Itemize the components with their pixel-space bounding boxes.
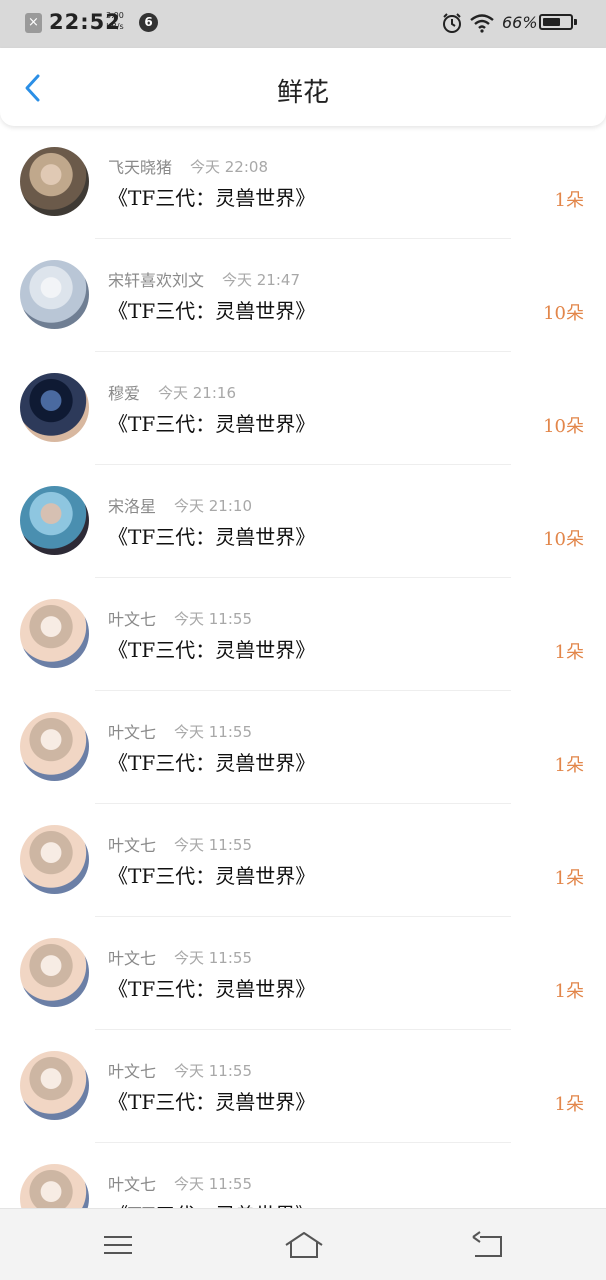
- list-item[interactable]: 宋轩喜欢刘文 今天 21:47 《TF三代：灵兽世界》 10朵: [0, 239, 606, 352]
- work-title[interactable]: 《TF三代：灵兽世界》: [108, 747, 315, 776]
- avatar[interactable]: [20, 712, 89, 781]
- flower-count: 1朵: [554, 190, 584, 211]
- work-title[interactable]: 《TF三代：灵兽世界》: [108, 1086, 315, 1115]
- work-title[interactable]: 《TF三代：灵兽世界》: [108, 1199, 315, 1208]
- flower-count: 1朵: [554, 1094, 584, 1115]
- list-item[interactable]: 叶文七今天 11:55《TF三代：灵兽世界》1朵: [0, 1143, 606, 1208]
- app-header: 鲜花: [0, 48, 606, 126]
- user-name[interactable]: 叶文七: [108, 945, 156, 969]
- battery-level: [543, 18, 560, 26]
- user-name[interactable]: 穆爱: [108, 380, 140, 404]
- notification-badge: 6: [139, 13, 158, 32]
- list-item[interactable]: 叶文七今天 11:55 《TF三代：灵兽世界》 1朵: [0, 578, 606, 691]
- work-title[interactable]: 《TF三代：灵兽世界》: [108, 408, 315, 437]
- timestamp: 今天 21:10: [174, 497, 252, 515]
- flower-count: 10朵: [543, 529, 584, 550]
- battery-tip: [574, 19, 577, 25]
- list-item[interactable]: 宋洛星 今天 21:10 《TF三代：灵兽世界》 10朵: [0, 465, 606, 578]
- avatar[interactable]: [20, 147, 89, 216]
- avatar[interactable]: [20, 486, 89, 555]
- work-title[interactable]: 《TF三代：灵兽世界》: [108, 973, 315, 1002]
- user-name[interactable]: 宋洛星: [108, 493, 156, 517]
- avatar[interactable]: [20, 599, 89, 668]
- user-name[interactable]: 叶文七: [108, 719, 156, 743]
- timestamp: 今天 11:55: [174, 1175, 252, 1193]
- user-name[interactable]: 叶文七: [108, 832, 156, 856]
- timestamp: 今天 11:55: [174, 949, 252, 967]
- page-title: 鲜花: [276, 78, 329, 108]
- network-speed-value: 3.00: [106, 11, 124, 20]
- list-item[interactable]: 叶文七今天 11:55 《TF三代：灵兽世界》 1朵: [0, 691, 606, 804]
- avatar[interactable]: [20, 1051, 89, 1120]
- network-speed-unit: KB/s: [106, 22, 124, 31]
- network-speed: 3.00 KB/s: [106, 10, 124, 32]
- system-nav-bar: [0, 1208, 606, 1280]
- alarm-icon: [443, 13, 461, 33]
- list-item[interactable]: 穆爱 今天 21:16 《TF三代：灵兽世界》 10朵: [0, 352, 606, 465]
- timestamp: 今天 21:47: [222, 271, 300, 289]
- avatar[interactable]: [20, 260, 89, 329]
- timestamp: 今天 22:08: [190, 158, 268, 176]
- timestamp: 今天 11:55: [174, 836, 252, 854]
- flower-count: 1朵: [554, 642, 584, 663]
- battery-percent: 66%: [502, 13, 538, 32]
- battery-icon: [539, 14, 573, 30]
- work-title[interactable]: 《TF三代：灵兽世界》: [108, 860, 315, 889]
- flower-count: 10朵: [543, 416, 584, 437]
- user-name[interactable]: 叶文七: [108, 606, 156, 630]
- work-title[interactable]: 《TF三代：灵兽世界》: [108, 521, 315, 550]
- user-name[interactable]: 宋轩喜欢刘文: [108, 267, 204, 291]
- user-name[interactable]: 叶文七: [108, 1171, 156, 1195]
- user-name[interactable]: 叶文七: [108, 1058, 156, 1082]
- list-item[interactable]: 叶文七今天 11:55 《TF三代：灵兽世界》 1朵: [0, 1030, 606, 1143]
- timestamp: 今天 21:16: [158, 384, 236, 402]
- list-item[interactable]: 飞天晓猪 今天 22:08 《TF三代：灵兽世界》 1朵: [0, 126, 606, 239]
- menu-icon[interactable]: [102, 1229, 134, 1261]
- work-title[interactable]: 《TF三代：灵兽世界》: [108, 634, 315, 663]
- home-icon[interactable]: [284, 1229, 324, 1261]
- list-item[interactable]: 叶文七今天 11:55 《TF三代：灵兽世界》 1朵: [0, 804, 606, 917]
- timestamp: 今天 11:55: [174, 1062, 252, 1080]
- status-bar: × 22:52 3.00 KB/s 6 66%: [0, 0, 606, 48]
- back-arrow-icon[interactable]: [470, 1229, 504, 1261]
- flower-count: 1朵: [554, 755, 584, 776]
- flower-count: 1朵: [554, 868, 584, 889]
- list-item[interactable]: 叶文七今天 11:55 《TF三代：灵兽世界》 1朵: [0, 917, 606, 1030]
- wifi-icon: [470, 14, 494, 33]
- timestamp: 今天 11:55: [174, 610, 252, 628]
- work-title[interactable]: 《TF三代：灵兽世界》: [108, 295, 315, 324]
- flower-list: 飞天晓猪 今天 22:08 《TF三代：灵兽世界》 1朵 宋轩喜欢刘文 今天 21:47 《…: [0, 126, 606, 1208]
- flower-count: 10朵: [543, 303, 584, 324]
- timestamp: 今天 11:55: [174, 723, 252, 741]
- work-title[interactable]: 《TF三代：灵兽世界》: [108, 182, 315, 211]
- user-name[interactable]: 飞天晓猪: [108, 154, 172, 178]
- close-notification-icon: ×: [25, 13, 42, 33]
- avatar[interactable]: [20, 938, 89, 1007]
- avatar[interactable]: [20, 373, 89, 442]
- flower-count: 1朵: [554, 981, 584, 1002]
- avatar[interactable]: [20, 1164, 89, 1208]
- avatar[interactable]: [20, 825, 89, 894]
